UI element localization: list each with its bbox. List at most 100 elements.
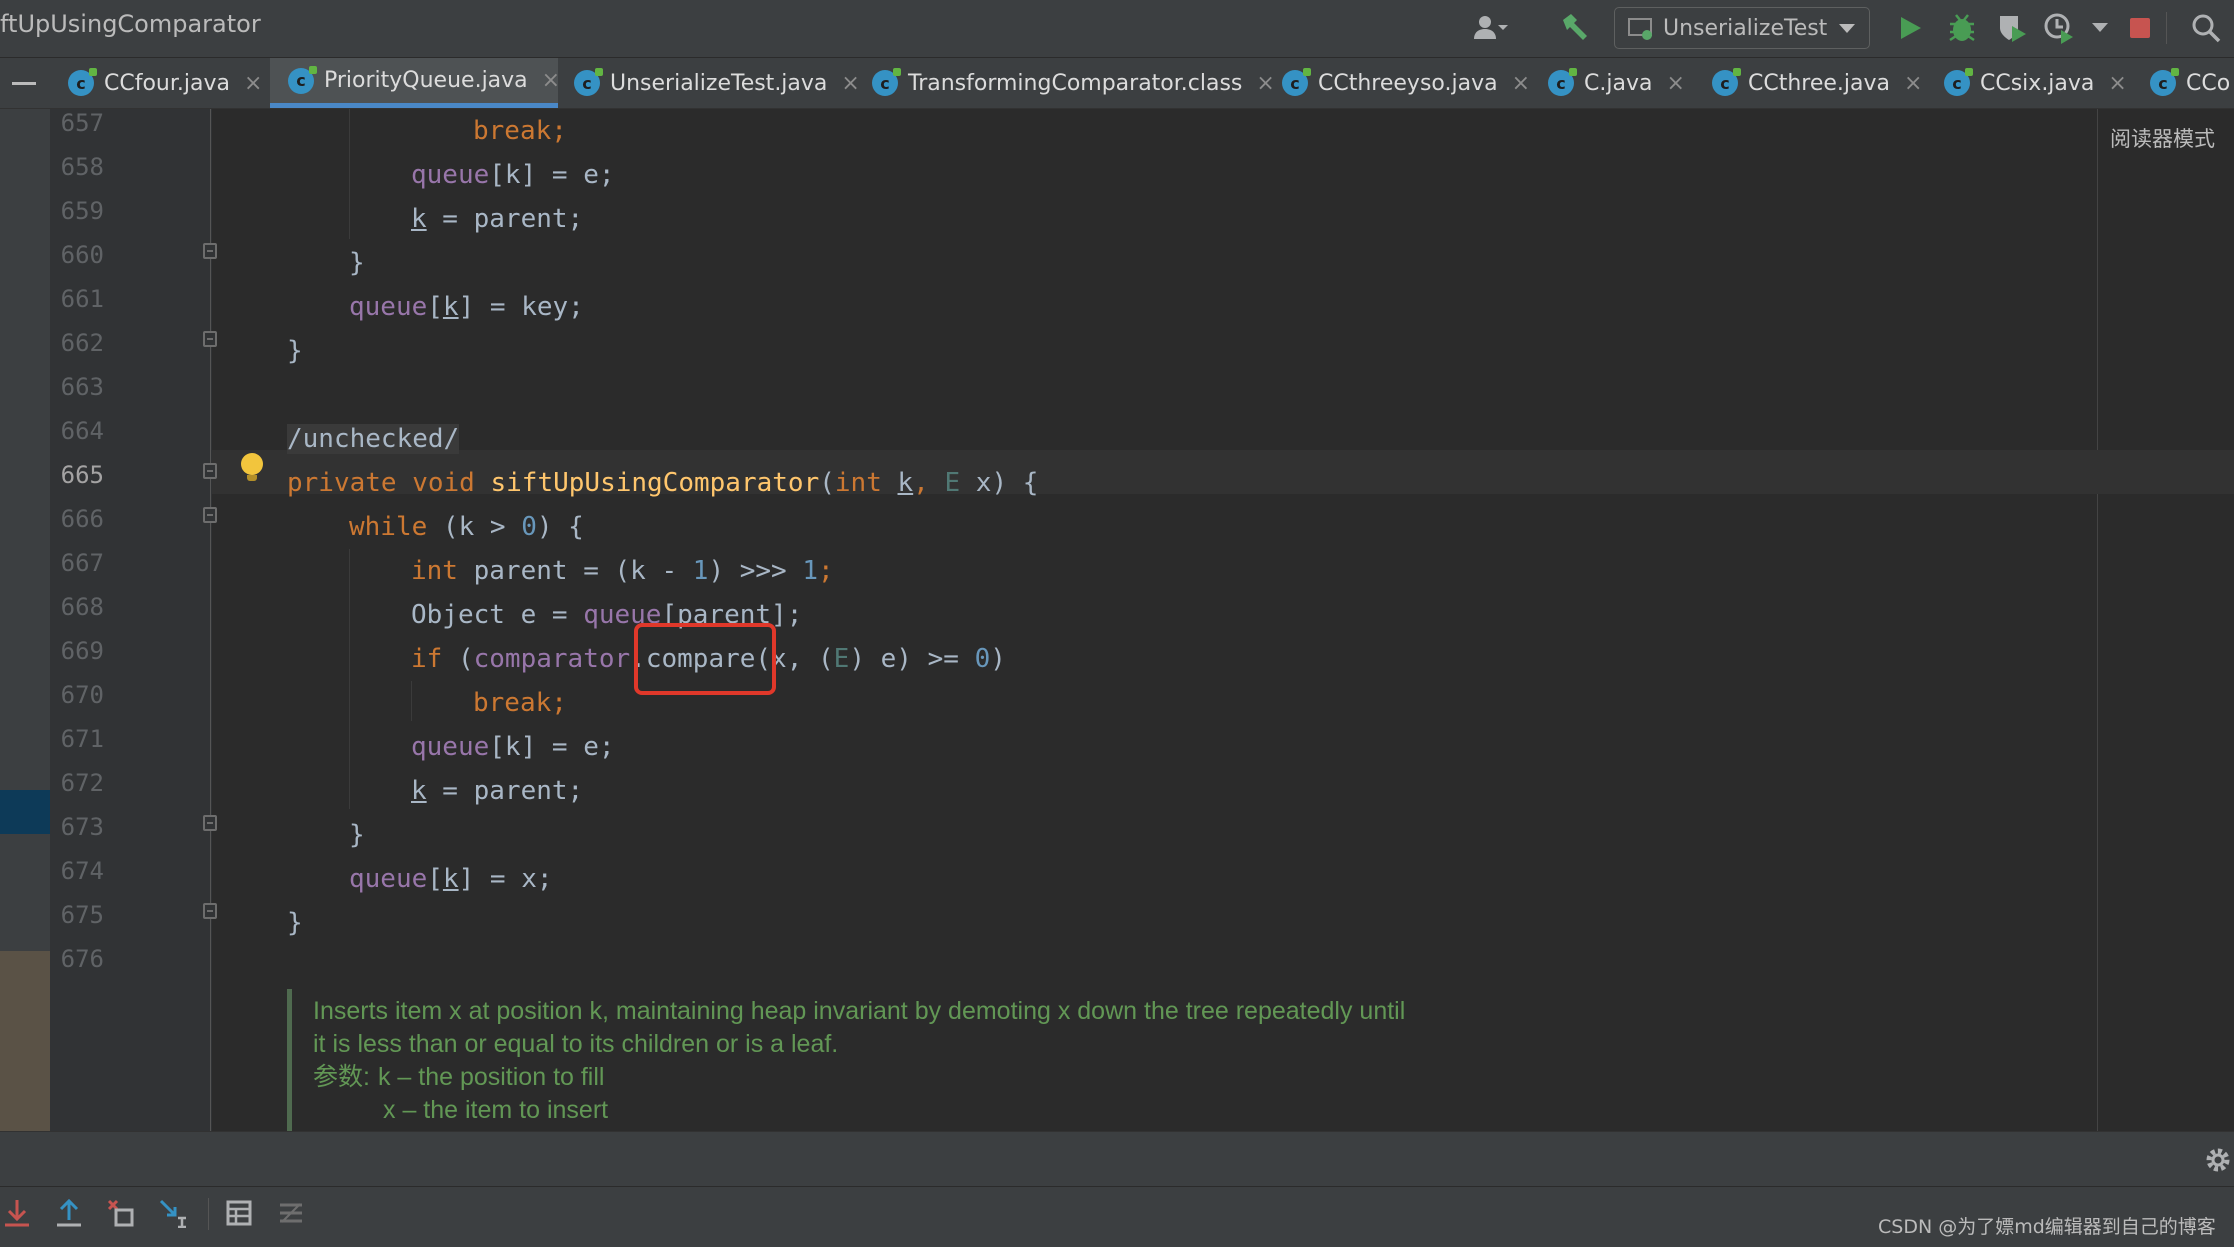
- coverage-icon[interactable]: [1994, 10, 2030, 46]
- number: 0: [521, 512, 537, 542]
- code-text: ) e) >=: [849, 644, 975, 674]
- close-icon[interactable]: ×: [1904, 71, 1922, 96]
- code-text: }: [349, 820, 365, 850]
- fold-marker[interactable]: [203, 331, 217, 347]
- chevron-down-icon: [1839, 23, 1855, 33]
- settings-gear-icon[interactable]: [2202, 1144, 2234, 1176]
- run-config-icon: [1628, 18, 1652, 40]
- tool-window-header: [0, 1131, 2234, 1186]
- close-icon[interactable]: ×: [1512, 71, 1530, 96]
- indent-guide: [349, 109, 350, 239]
- debug-icon[interactable]: [1944, 10, 1980, 46]
- line-number: 667: [60, 549, 104, 577]
- line-number: 663: [60, 373, 104, 401]
- close-icon[interactable]: ×: [841, 71, 859, 96]
- build-hammer-icon[interactable]: [1557, 10, 1593, 46]
- reader-mode-toggle[interactable]: 阅读器模式: [2110, 123, 2215, 153]
- stop-icon[interactable]: [2122, 10, 2158, 46]
- java-class-icon: c: [1712, 68, 1741, 96]
- line-number: 672: [60, 769, 104, 797]
- download-icon[interactable]: [0, 1196, 34, 1230]
- table-icon[interactable]: [222, 1196, 256, 1230]
- upload-icon[interactable]: [52, 1196, 86, 1230]
- tab-ccthree[interactable]: c CCthree.java ×: [1712, 58, 1922, 108]
- code-text: [k] = e;: [489, 160, 615, 190]
- close-icon[interactable]: ×: [542, 68, 560, 93]
- line-number: 668: [60, 593, 104, 621]
- watermark: CSDN @为了嫖md编辑器到自己的博客: [1878, 1216, 2216, 1238]
- indent-guide: [349, 549, 350, 809]
- java-class-icon: c: [1944, 68, 1973, 96]
- run-icon[interactable]: [1892, 10, 1928, 46]
- run-configuration-select[interactable]: UnserializeTest: [1614, 7, 1870, 49]
- list-icon[interactable]: [274, 1196, 308, 1230]
- code-editor[interactable]: 阅读器模式 657 658 659 660 661 662 663 664 66…: [0, 109, 2234, 1131]
- line-number: 676: [60, 945, 104, 973]
- profile-icon[interactable]: [2042, 10, 2078, 46]
- tab-ccthreeyso[interactable]: c CCthreeyso.java ×: [1282, 58, 1530, 108]
- java-class-icon: c: [1548, 68, 1577, 96]
- close-icon[interactable]: ×: [1666, 71, 1684, 96]
- code-text: ] = key;: [458, 292, 584, 322]
- collapse-icon[interactable]: [12, 82, 36, 85]
- field-ref: queue: [411, 160, 490, 190]
- field-ref: queue: [349, 864, 428, 894]
- step-into-icon[interactable]: [156, 1196, 190, 1230]
- code-text: [k] = e;: [489, 732, 615, 762]
- doc-params: 参数: k – the position to fill: [313, 1061, 1613, 1094]
- tab-label: PriorityQueue.java: [324, 68, 528, 93]
- javadoc-block: Inserts item x at position k, maintainin…: [313, 995, 1613, 1127]
- tab-cco[interactable]: c CCo: [2150, 58, 2230, 108]
- annotation-comment: /unchecked/: [287, 424, 460, 454]
- tab-priorityqueue[interactable]: c PriorityQueue.java ×: [270, 58, 560, 108]
- param-ref: k: [411, 776, 427, 806]
- type-param: E: [833, 644, 850, 674]
- tab-ccfour[interactable]: c CCfour.java ×: [68, 58, 262, 108]
- code-text: = parent;: [426, 204, 584, 234]
- user-icon[interactable]: [1472, 10, 1508, 46]
- tab-label: TransformingComparator.class: [908, 70, 1243, 96]
- fold-marker[interactable]: [203, 243, 217, 259]
- doc-param: x – the item to insert: [383, 1096, 609, 1124]
- breadcrumb[interactable]: ftUpUsingComparator: [0, 10, 261, 38]
- tab-label: UnserializeTest.java: [610, 70, 828, 96]
- code-text: [: [427, 864, 443, 894]
- fold-marker[interactable]: [203, 463, 217, 479]
- method-name: siftUpUsingComparator: [490, 468, 820, 498]
- close-icon[interactable]: ×: [2108, 71, 2126, 96]
- fold-marker[interactable]: [203, 903, 217, 919]
- java-class-icon: c: [68, 68, 97, 96]
- java-class-icon: c: [2150, 68, 2179, 96]
- close-icon[interactable]: ×: [1256, 71, 1274, 96]
- code-line-659: k = parent;: [411, 199, 583, 239]
- chevron-down-icon[interactable]: [2082, 10, 2118, 46]
- tab-unserializetest[interactable]: c UnserializeTest.java ×: [574, 58, 860, 108]
- code-text: ) {: [536, 512, 584, 542]
- line-number: 674: [60, 857, 104, 885]
- scroll-marker: [0, 951, 50, 1131]
- tab-ccsix[interactable]: c CCsix.java ×: [1944, 58, 2127, 108]
- search-icon[interactable]: [2188, 10, 2224, 46]
- line-number: 664: [60, 417, 104, 445]
- tab-label: C.java: [1584, 70, 1653, 96]
- fold-marker[interactable]: [203, 507, 217, 523]
- code-text: [: [427, 292, 443, 322]
- line-number-current: 665: [60, 461, 104, 489]
- fold-marker[interactable]: [203, 815, 217, 831]
- code-text: }: [287, 336, 303, 366]
- keyword: if: [411, 644, 443, 674]
- tab-c[interactable]: c C.java ×: [1548, 58, 1685, 108]
- doc-param-label: 参数:: [313, 1063, 370, 1091]
- code-text: }: [287, 908, 303, 938]
- tab-label: CCfour.java: [104, 70, 230, 96]
- tab-transformingcomparator[interactable]: c TransformingComparator.class ×: [872, 58, 1275, 108]
- class-file-icon: c: [872, 68, 901, 96]
- code-line-670: break;: [473, 683, 567, 723]
- tab-label: CCthreeyso.java: [1318, 70, 1498, 96]
- lightbulb-icon[interactable]: [241, 453, 263, 481]
- delete-icon[interactable]: [104, 1196, 138, 1230]
- code-text: Object e =: [411, 600, 584, 630]
- line-number: 666: [60, 505, 104, 533]
- tab-label: CCo: [2186, 70, 2231, 96]
- close-icon[interactable]: ×: [244, 71, 262, 96]
